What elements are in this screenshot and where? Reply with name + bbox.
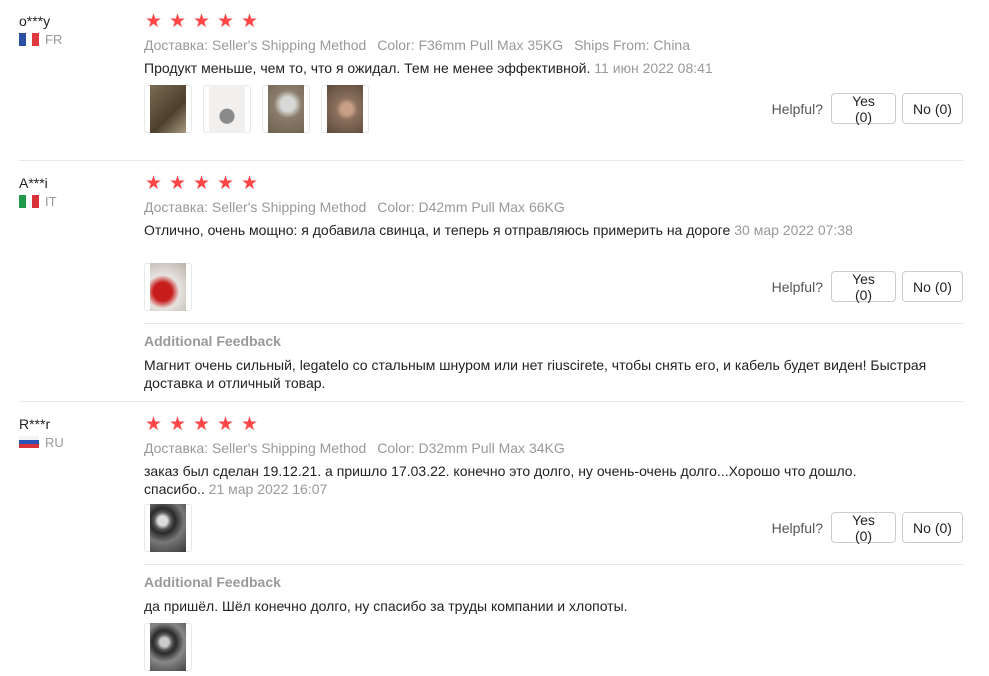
helpful-yes-button[interactable]: Yes (0) — [831, 93, 896, 125]
review-photo[interactable] — [203, 85, 251, 133]
product-color: Color: D42mm Pull Max 66KG — [377, 199, 565, 215]
helpful-yes-button[interactable]: Yes (0) — [831, 271, 896, 303]
star-icon: ★ — [144, 414, 163, 435]
section-divider — [144, 323, 963, 324]
star-icon: ★ — [168, 11, 187, 32]
review-date: 30 мар 2022 07:38 — [734, 222, 853, 238]
review-content: ★ ★ ★ ★ ★ Доставка: Seller's Shipping Method… — [144, 11, 963, 133]
review-divider — [19, 401, 963, 402]
review-photos — [144, 504, 192, 552]
reviewer-info: R***r RU — [19, 416, 64, 450]
star-icon: ★ — [144, 11, 163, 32]
product-color: Color: D32mm Pull Max 34KG — [377, 440, 565, 456]
order-info: Доставка: Seller's Shipping Method Color… — [144, 36, 697, 54]
helpful-label: Helpful? — [771, 278, 823, 295]
flag-ru-icon — [19, 435, 39, 449]
reviewer-info: o***y FR — [19, 13, 62, 47]
reviewer-info: A***i IT — [19, 175, 57, 209]
reviewer-country: IT — [19, 193, 57, 209]
flag-fr-icon — [19, 32, 39, 46]
additional-feedback-text: да пришёл. Шёл конечно долго, ну спасибо… — [144, 598, 628, 614]
star-rating: ★ ★ ★ ★ ★ — [144, 173, 963, 194]
section-divider — [144, 564, 963, 565]
reviewer-name: R***r — [19, 416, 51, 432]
order-info: Доставка: Seller's Shipping Method Color… — [144, 439, 572, 457]
star-icon: ★ — [240, 173, 259, 194]
additional-feedback-text: Магнит очень сильный, legatelo со стальн… — [144, 357, 927, 391]
helpful-label: Helpful? — [771, 519, 823, 536]
additional-feedback-title: Additional Feedback — [144, 333, 281, 349]
helpful-no-button[interactable]: No (0) — [902, 93, 963, 124]
star-icon: ★ — [192, 173, 211, 194]
country-code: FR — [45, 31, 63, 47]
shipping-method: Доставка: Seller's Shipping Method — [144, 440, 367, 456]
review-divider — [19, 160, 963, 161]
review-photo[interactable] — [144, 504, 192, 552]
star-icon: ★ — [168, 173, 187, 194]
helpful-yes-button[interactable]: Yes (0) — [831, 512, 896, 544]
helpful-controls: Helpful? Yes (0) No (0) — [771, 512, 963, 544]
additional-feedback-title: Additional Feedback — [144, 574, 281, 590]
review-photo[interactable] — [144, 623, 192, 671]
review-photo[interactable] — [144, 85, 192, 133]
shipping-method: Доставка: Seller's Shipping Method — [144, 37, 367, 53]
review-text: заказ был сделан 19.12.21. а пришло 17.0… — [144, 462, 904, 498]
star-icon: ★ — [168, 414, 187, 435]
review-body: Продукт меньше, чем то, что я ожидал. Те… — [144, 60, 591, 76]
review-text: Продукт меньше, чем то, что я ожидал. Те… — [144, 59, 864, 77]
helpful-no-button[interactable]: No (0) — [902, 271, 963, 302]
star-icon: ★ — [192, 11, 211, 32]
review-date: 21 мар 2022 16:07 — [208, 481, 328, 497]
order-info: Доставка: Seller's Shipping Method Color… — [144, 198, 572, 216]
reviewer-country: RU — [19, 434, 64, 450]
review-date: 11 июн 2022 08:41 — [594, 60, 713, 76]
review-content: ★ ★ ★ ★ ★ Доставка: Seller's Shipping Method… — [144, 173, 963, 391]
star-icon: ★ — [216, 173, 235, 194]
country-code: IT — [45, 193, 57, 209]
review-photos — [144, 85, 369, 133]
review-photos — [144, 263, 192, 311]
star-icon: ★ — [216, 414, 235, 435]
review-photo[interactable] — [144, 263, 192, 311]
review-content: ★ ★ ★ ★ ★ Доставка: Seller's Shipping Method… — [144, 414, 963, 671]
reviewer-name: o***y — [19, 13, 51, 29]
review-photo[interactable] — [262, 85, 310, 133]
reviewer-country: FR — [19, 31, 62, 47]
helpful-label: Helpful? — [771, 100, 823, 117]
additional-feedback-photos — [144, 623, 192, 671]
review-text: Отлично, очень мощно: я добавила свинца,… — [144, 221, 864, 239]
reviewer-name: A***i — [19, 175, 48, 191]
star-rating: ★ ★ ★ ★ ★ — [144, 11, 963, 32]
star-rating: ★ ★ ★ ★ ★ — [144, 414, 963, 435]
ships-from: Ships From: China — [574, 37, 691, 53]
star-icon: ★ — [240, 11, 259, 32]
flag-it-icon — [19, 194, 39, 208]
helpful-controls: Helpful? Yes (0) No (0) — [771, 93, 963, 125]
review-body: Отлично, очень мощно: я добавила свинца,… — [144, 222, 731, 238]
star-icon: ★ — [216, 11, 235, 32]
country-code: RU — [45, 434, 64, 450]
star-icon: ★ — [144, 173, 163, 194]
product-color: Color: F36mm Pull Max 35KG — [377, 37, 564, 53]
helpful-controls: Helpful? Yes (0) No (0) — [771, 271, 963, 303]
star-icon: ★ — [192, 414, 211, 435]
helpful-no-button[interactable]: No (0) — [902, 512, 963, 543]
review-photo[interactable] — [321, 85, 369, 133]
star-icon: ★ — [240, 414, 259, 435]
shipping-method: Доставка: Seller's Shipping Method — [144, 199, 367, 215]
